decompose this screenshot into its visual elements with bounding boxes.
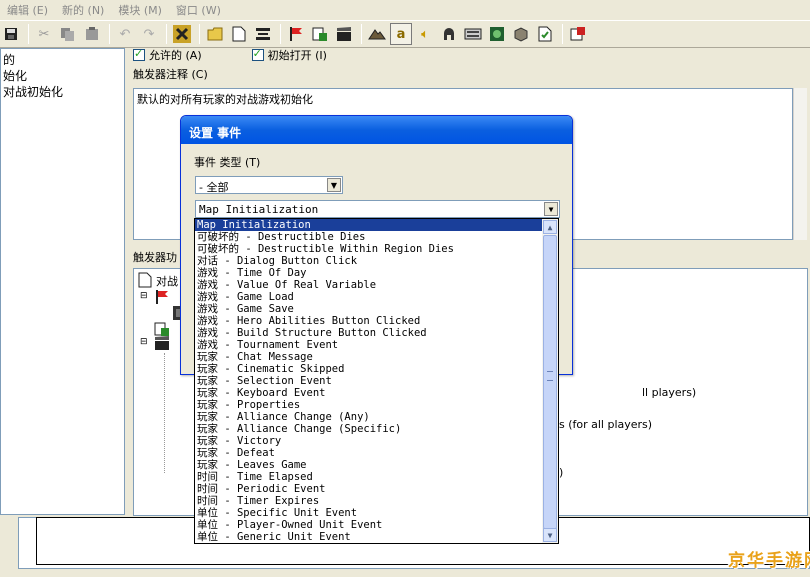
event-select[interactable]: Map Initialization ▼ — [195, 200, 560, 218]
paste-icon[interactable] — [81, 23, 103, 45]
menu-bar: 编辑 (E) 新的 (N) 模块 (M) 窗口 (W) — [0, 0, 810, 20]
comment-label: 触发器注释 (C) — [133, 68, 208, 81]
scroll-up-icon[interactable]: ▲ — [543, 220, 557, 234]
enabled-checkbox[interactable] — [133, 47, 145, 61]
event-list-item[interactable]: 游戏 - Value Of Real Variable — [195, 279, 542, 291]
event-list-item[interactable]: Map Initialization — [195, 219, 542, 231]
helmet-icon[interactable] — [438, 23, 460, 45]
menu-window[interactable]: 窗口 (W) — [169, 2, 228, 18]
event-filter-value: - 全部 — [199, 181, 229, 194]
terrain-icon[interactable] — [366, 23, 388, 45]
initially-on-checkbox[interactable] — [251, 47, 264, 61]
clapper-icon — [155, 336, 169, 350]
function-text-fragment[interactable]: ll players) — [642, 386, 696, 399]
function-text-fragment[interactable]: ) — [559, 466, 563, 479]
comment-scrollbar[interactable] — [793, 88, 807, 240]
event-select-value: Map Initialization — [199, 203, 319, 216]
event-list-item[interactable]: 玩家 - Alliance Change (Specific) — [195, 423, 542, 435]
trigger-options: 允许的 (A) 初始打开 (I) — [133, 47, 327, 63]
event-list-item[interactable]: 玩家 - Properties — [195, 399, 542, 411]
toolbar-separator — [109, 24, 110, 44]
initially-on-label: 初始打开 (I) — [267, 49, 327, 62]
close-x-icon[interactable] — [171, 23, 193, 45]
collapse-icon[interactable]: ⊟ — [140, 337, 148, 347]
event-list-item[interactable]: 游戏 - Tournament Event — [195, 339, 542, 351]
menu-new[interactable]: 新的 (N) — [55, 2, 111, 18]
function-root-label[interactable]: 对战 — [156, 273, 178, 289]
event-list-item[interactable]: 玩家 - Selection Event — [195, 375, 542, 387]
function-text-fragment[interactable]: ns (for all players) — [552, 418, 652, 431]
event-list-item[interactable]: 玩家 - Cinematic Skipped — [195, 363, 542, 375]
event-list-item[interactable]: 游戏 - Game Save — [195, 303, 542, 315]
scroll-down-icon[interactable]: ▼ — [543, 528, 557, 542]
chevron-down-icon[interactable]: ▼ — [544, 202, 558, 216]
event-list-item[interactable]: 游戏 - Build Structure Button Clicked — [195, 327, 542, 339]
toolbar-separator — [562, 24, 563, 44]
redo-icon[interactable]: ↷ — [138, 23, 160, 45]
event-filter-select[interactable]: - 全部 ▼ — [195, 176, 343, 194]
event-list-item[interactable]: 时间 - Periodic Event — [195, 483, 542, 495]
tree-item[interactable]: 始化 — [3, 67, 27, 84]
document-icon — [138, 272, 152, 288]
collapse-icon[interactable]: ⊟ — [140, 291, 148, 301]
toolbar-separator — [361, 24, 362, 44]
menu-edit[interactable]: 编辑 (E) — [0, 2, 55, 18]
event-list-item[interactable]: 对话 - Dialog Button Click — [195, 255, 542, 267]
copy-icon[interactable] — [57, 23, 79, 45]
enabled-label: 允许的 (A) — [149, 49, 202, 62]
clapper-icon[interactable] — [333, 23, 355, 45]
cut-icon[interactable]: ✂ — [33, 23, 55, 45]
event-list-item[interactable]: 玩家 - Chat Message — [195, 351, 542, 363]
event-list-item[interactable]: 时间 - Time Elapsed — [195, 471, 542, 483]
dialog-title[interactable]: 设置 事件 — [181, 116, 572, 144]
keyboard-icon[interactable] — [462, 23, 484, 45]
event-list-item[interactable]: 单位 - Generic Unit Event — [195, 531, 542, 543]
event-list-item[interactable]: 可破坏的 - Destructible Dies — [195, 231, 542, 243]
event-list-item[interactable]: 玩家 - Leaves Game — [195, 459, 542, 471]
event-list-item[interactable]: 游戏 - Time Of Day — [195, 267, 542, 279]
menu-module[interactable]: 模块 (M) — [111, 2, 169, 18]
doc-check-icon[interactable] — [534, 23, 556, 45]
list-icon[interactable] — [252, 23, 274, 45]
scroll-thumb[interactable] — [543, 235, 557, 529]
flag-icon — [156, 290, 168, 304]
event-list-item[interactable]: 玩家 - Keyboard Event — [195, 387, 542, 399]
event-list-item[interactable]: 游戏 - Hero Abilities Button Clicked — [195, 315, 542, 327]
trigger-tree-panel: 的 始化 对战初始化 — [0, 48, 125, 515]
watermark-logo: 京华手游网 — [728, 551, 810, 571]
event-dropdown-list: Map Initialization 可破坏的 - Destructible Di… — [194, 218, 559, 544]
toolbar-separator — [199, 24, 200, 44]
box-icon[interactable] — [510, 23, 532, 45]
new-doc-icon[interactable] — [228, 23, 250, 45]
toolbar-separator — [280, 24, 281, 44]
test-map-icon[interactable] — [567, 23, 589, 45]
event-list-item[interactable]: 游戏 - Game Load — [195, 291, 542, 303]
tree-item[interactable]: 的 — [3, 51, 15, 68]
event-list-item[interactable]: 玩家 - Alliance Change (Any) — [195, 411, 542, 423]
functions-label: 触发器功 — [133, 251, 177, 264]
event-list-item[interactable]: 单位 - Player-Owned Unit Event — [195, 519, 542, 531]
event-list-item[interactable]: 单位 - Specific Unit Event — [195, 507, 542, 519]
flag-icon[interactable] — [285, 23, 307, 45]
save-icon[interactable] — [0, 23, 22, 45]
event-list-item[interactable]: 玩家 - Defeat — [195, 447, 542, 459]
toolbar: ✂ ↶ ↷ a 🔈︎ — [0, 20, 810, 48]
unit-a-icon[interactable]: a — [390, 23, 412, 45]
event-list-item[interactable]: 时间 - Timer Expires — [195, 495, 542, 507]
event-list-item[interactable]: 玩家 - Victory — [195, 435, 542, 447]
monster-icon[interactable] — [486, 23, 508, 45]
script-icon[interactable] — [309, 23, 331, 45]
tree-item-selected[interactable]: 对战初始化 — [3, 83, 63, 100]
event-list-item[interactable]: 可破坏的 - Destructible Within Region Dies — [195, 243, 542, 255]
folder-icon[interactable] — [204, 23, 226, 45]
undo-icon[interactable]: ↶ — [114, 23, 136, 45]
event-type-label: 事件 类型 (T) — [194, 156, 261, 169]
list-scrollbar[interactable]: ▲ ▼ — [542, 219, 558, 543]
toolbar-separator — [166, 24, 167, 44]
chevron-down-icon[interactable]: ▼ — [327, 178, 341, 192]
sound-icon[interactable]: 🔈︎ — [414, 23, 436, 45]
toolbar-separator — [28, 24, 29, 44]
tree-line — [164, 353, 165, 473]
